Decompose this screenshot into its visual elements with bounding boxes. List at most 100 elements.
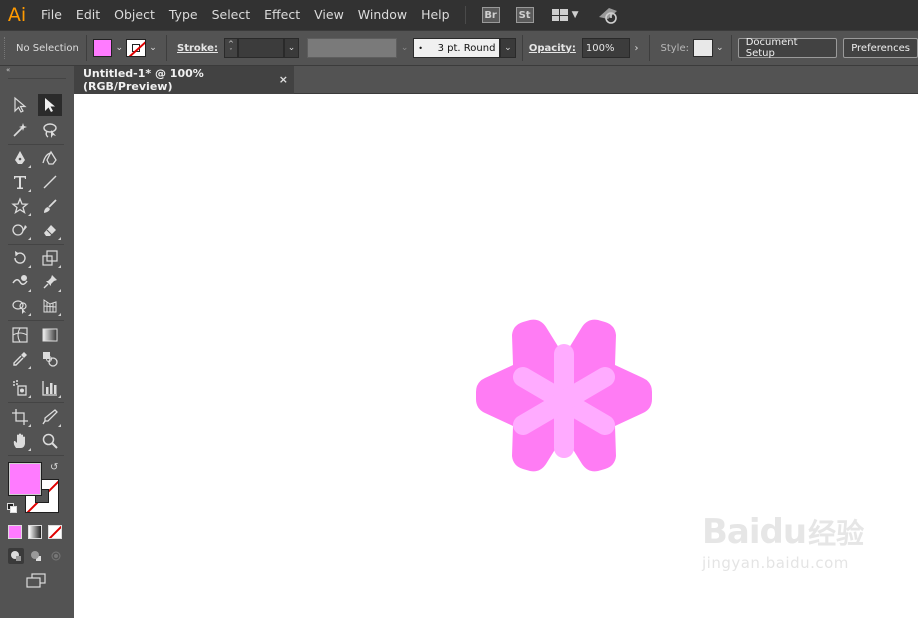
style-label: Style: [660,42,689,54]
preferences-button[interactable]: Preferences [843,38,918,58]
stock-icon[interactable]: St [515,7,534,23]
close-icon[interactable]: × [279,73,288,86]
divider [730,35,732,61]
watermark-logo-text: Baidu [702,512,807,552]
mesh-icon [12,327,28,343]
lasso-tool[interactable] [38,119,62,141]
workspace-grid-icon [551,9,568,21]
opacity-label[interactable]: Opacity: [529,43,576,54]
warp-icon [12,275,28,285]
watermark-logo-cn: 经验 [808,517,865,550]
gradient-tool[interactable] [38,324,62,346]
stroke-weight-stepper[interactable]: ^ ˇ [223,38,238,58]
artboard-canvas[interactable]: Baidu 经验 jingyan.baidu.com [74,94,918,618]
shaper-tool[interactable] [8,219,32,241]
menu-effect[interactable]: Effect [257,0,307,30]
selection-tool[interactable] [8,94,32,116]
magic-wand-tool[interactable] [8,119,32,141]
star-tool[interactable] [8,195,32,217]
workspace-switcher[interactable]: ▼ [551,9,579,21]
eyedropper-tool[interactable] [8,348,32,370]
shape-builder-tool[interactable] [8,295,32,317]
selection-arrow-icon [14,96,27,113]
star-artwork[interactable] [470,318,658,488]
menu-object[interactable]: Object [107,0,162,30]
slice-tool[interactable] [38,406,62,428]
tools-divider [8,402,64,403]
curvature-tool[interactable] [38,147,62,169]
draw-inside-button[interactable] [48,548,64,564]
magnifier-icon [42,433,58,449]
tools-divider [8,244,64,245]
brush-definition-field[interactable]: • 3 pt. Round [412,38,500,58]
brush-dot-icon: • [418,43,423,53]
gpu-performance-icon[interactable] [597,5,619,25]
fill-color-box[interactable] [8,462,42,496]
stroke-color-swatch[interactable] [126,39,147,57]
line-icon [43,175,57,189]
default-fill-stroke-icon[interactable] [7,503,17,513]
stroke-weight-field[interactable] [237,38,284,58]
document-tab-bar: Untitled-1* @ 100% (RGB/Preview) × [74,66,918,94]
divider [166,35,167,61]
mesh-tool[interactable] [8,324,32,346]
eraser-tool[interactable] [38,219,62,241]
stroke-weight-dropdown[interactable]: ⌄ [283,38,300,58]
tools-panel-grip[interactable] [8,78,66,90]
screen-mode-icon[interactable] [26,573,46,589]
fill-chevron-icon[interactable]: ⌄ [112,39,126,57]
paintbrush-icon [44,199,57,213]
swap-fill-stroke-icon[interactable]: ↺ [50,462,62,474]
artboard-tool[interactable] [8,406,32,428]
variable-width-profile[interactable] [307,38,397,58]
gradient-mode-button[interactable] [28,525,42,539]
document-setup-button[interactable]: Document Setup [737,37,838,59]
style-chevron-icon[interactable]: ⌄ [713,39,727,57]
star-icon [11,197,29,215]
warp-tool[interactable] [8,271,32,293]
menu-file[interactable]: File [34,0,69,30]
type-tool[interactable] [8,171,32,193]
lasso-icon [43,123,57,138]
pen-tool[interactable] [8,147,32,169]
stroke-chevron-icon[interactable]: ⌄ [146,39,160,57]
opacity-arrow-icon[interactable]: › [630,38,644,58]
color-mode-button[interactable] [8,525,22,539]
column-graph-tool[interactable] [38,377,62,399]
draw-behind-button[interactable] [28,548,44,564]
menu-bar: Ai File Edit Object Type Select Effect V… [0,0,918,30]
menu-edit[interactable]: Edit [69,0,107,30]
line-segment-tool[interactable] [38,171,62,193]
draw-normal-button[interactable] [8,548,24,564]
document-tab[interactable]: Untitled-1* @ 100% (RGB/Preview) × [74,66,294,94]
eyedropper-icon [13,352,27,366]
hand-tool[interactable] [8,430,32,452]
perspective-grid-tool[interactable] [38,295,62,317]
puppet-warp-tool[interactable] [38,271,62,293]
scale-tool[interactable] [38,247,62,269]
menu-help[interactable]: Help [414,0,457,30]
menu-view[interactable]: View [307,0,351,30]
variable-width-chevron-icon[interactable]: ⌄ [397,38,413,58]
blend-tool[interactable] [38,348,62,370]
control-bar-grip[interactable] [4,37,8,59]
opacity-field[interactable]: 100% [581,38,630,58]
shaper-icon [12,224,27,236]
menu-divider [464,6,466,24]
zoom-tool[interactable] [38,430,62,452]
menu-window[interactable]: Window [351,0,414,30]
symbol-sprayer-tool[interactable] [8,377,32,399]
rotate-tool[interactable] [8,247,32,269]
menu-type[interactable]: Type [162,0,205,30]
paintbrush-tool[interactable] [38,195,62,217]
collapse-panel-icon[interactable]: « [0,66,74,74]
direct-selection-tool[interactable] [38,94,62,116]
none-mode-button[interactable] [48,525,62,539]
type-t-icon [14,176,26,189]
fill-color-swatch[interactable] [92,39,113,57]
menu-select[interactable]: Select [205,0,258,30]
graphic-style-swatch[interactable] [692,39,713,57]
bridge-icon[interactable]: Br [481,7,500,23]
stroke-label[interactable]: Stroke: [177,43,218,54]
brush-dropdown[interactable]: ⌄ [499,38,516,58]
